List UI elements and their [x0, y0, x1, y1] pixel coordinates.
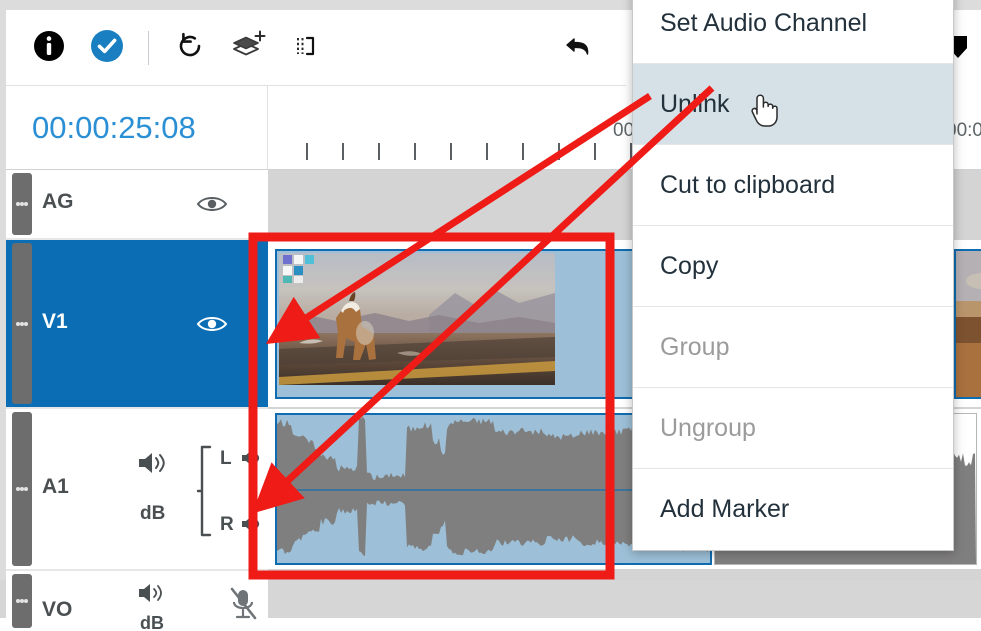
track-header-vo[interactable]: VO dB [6, 571, 268, 631]
ruler-tick [342, 143, 344, 160]
undo-icon [562, 29, 596, 68]
track-label-ag: AG [42, 190, 74, 213]
ruler-tick [306, 143, 308, 160]
context-menu-item-copy[interactable]: Copy [633, 226, 953, 307]
context-menu-item-ungroup: Ungroup [633, 388, 953, 469]
info-icon [33, 30, 65, 67]
timeline-editor-app: 00:00:25:08 00:00 00:0 AG V1 [0, 0, 981, 631]
split-clip-button[interactable] [277, 18, 335, 78]
channel-label-right: R [220, 514, 234, 535]
track-label-v1: V1 [42, 310, 68, 333]
toolbar-icon-group [20, 10, 335, 86]
context-menu-item-unlink[interactable]: Unlink [633, 64, 953, 145]
approve-check-icon [90, 29, 124, 68]
ruler-tick [486, 143, 488, 160]
track-drag-handle[interactable] [12, 243, 32, 404]
ruler-tick [414, 143, 416, 160]
track-label-a1: A1 [42, 475, 69, 498]
track-header-a1[interactable]: A1 dB L R [6, 409, 268, 569]
context-menu-item-group: Group [633, 307, 953, 388]
ruler-tick [594, 143, 596, 160]
restore-button[interactable] [161, 18, 219, 78]
audio-channel-lr-a1: L R [196, 409, 266, 569]
context-menu-item-cut-to-clipboard[interactable]: Cut to clipboard [633, 145, 953, 226]
ruler-tick [558, 143, 560, 160]
track-drag-handle[interactable] [12, 574, 32, 628]
lane-vo[interactable] [268, 571, 981, 580]
ruler-tick [450, 143, 452, 160]
ruler-tick [378, 143, 380, 160]
toolbar-right-group [550, 10, 608, 86]
track-header-ag[interactable]: AG [6, 170, 268, 238]
current-timecode: 00:00:25:08 [32, 109, 196, 145]
speaker-icon-left[interactable] [240, 447, 266, 475]
ruler-tick [522, 143, 524, 160]
clip-badge [283, 255, 323, 283]
track-header-v1[interactable]: V1 [6, 240, 268, 407]
track-label-vo: VO [42, 598, 73, 621]
split-clip-icon [289, 29, 323, 68]
toolbar-divider [148, 31, 149, 65]
db-label-vo[interactable]: dB [140, 613, 164, 631]
context-menu-item-add-marker[interactable]: Add Marker [633, 469, 953, 550]
context-menu[interactable]: Set Audio Channel Unlink Cut to clipboard C… [632, 0, 954, 551]
info-button[interactable] [20, 18, 78, 78]
channel-label-left: L [220, 448, 232, 469]
speaker-icon-vo[interactable] [136, 581, 166, 610]
db-label-a1[interactable]: dB [140, 503, 165, 525]
track-drag-handle[interactable] [12, 173, 32, 235]
track-drag-handle[interactable] [12, 412, 32, 566]
video-clip-partial[interactable] [954, 249, 981, 399]
eye-icon-ag[interactable] [196, 194, 228, 219]
undo-button[interactable] [550, 18, 608, 78]
track-header-column: AG V1 A1 dB L R VO dB [6, 170, 268, 631]
toolbar [6, 10, 626, 86]
eye-icon-v1[interactable] [196, 314, 228, 339]
speaker-icon-right[interactable] [240, 513, 266, 541]
mic-muted-icon-vo[interactable] [228, 587, 258, 626]
add-layer-icon [229, 27, 267, 70]
context-menu-item-set-audio-channel[interactable]: Set Audio Channel [633, 0, 953, 64]
restore-icon [173, 29, 207, 68]
approve-button[interactable] [78, 18, 136, 78]
add-layer-button[interactable] [219, 18, 277, 78]
speaker-icon-a1[interactable] [136, 449, 170, 482]
timecode-panel[interactable]: 00:00:25:08 [6, 86, 268, 170]
